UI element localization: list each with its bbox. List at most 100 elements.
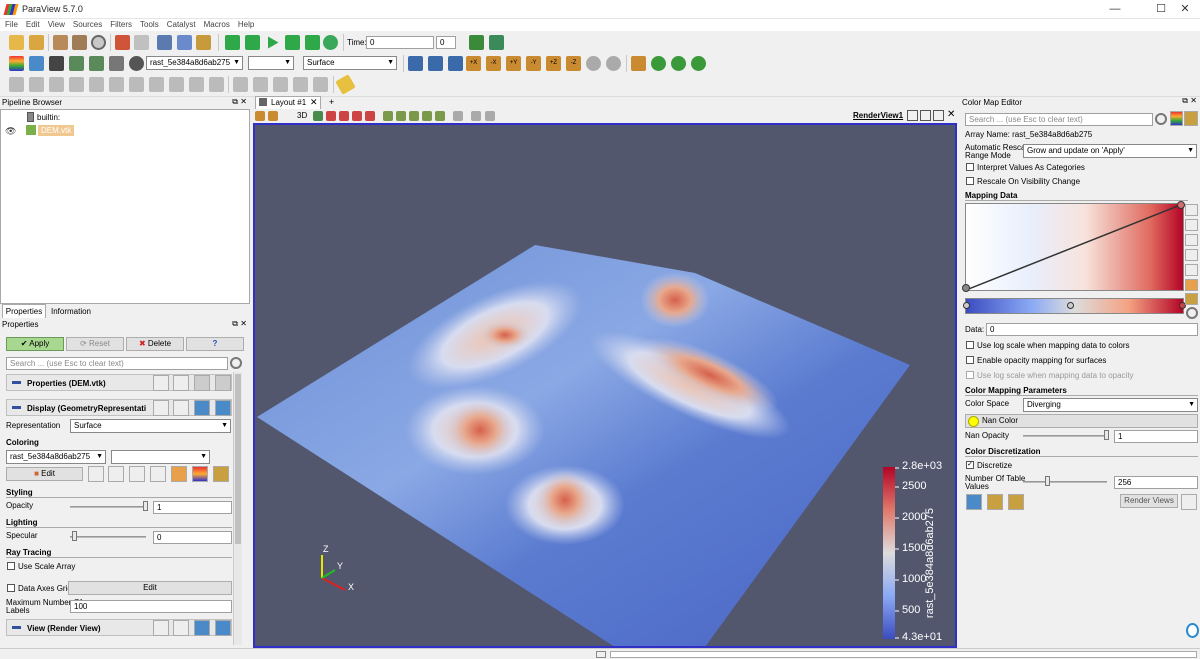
opacity-slider[interactable] <box>70 506 146 508</box>
time-step-spinbox[interactable]: 0 <box>436 36 456 49</box>
cme-invert-icon[interactable] <box>1185 264 1198 276</box>
slice-icon[interactable] <box>69 77 84 92</box>
coloring-component-select[interactable]: ▼ <box>111 450 210 464</box>
nan-opacity-input[interactable]: 1 <box>1114 430 1198 443</box>
load-state-icon[interactable] <box>53 35 68 50</box>
cme-save-icon[interactable] <box>987 494 1003 510</box>
rv-shrink-icon[interactable] <box>435 111 445 121</box>
paste-icon[interactable] <box>173 375 189 391</box>
open-recent-icon[interactable] <box>29 35 44 50</box>
color-transfer-editor[interactable] <box>963 298 1186 314</box>
edit-colormap-button[interactable]: ■ Edit <box>6 467 83 481</box>
color-point-mid[interactable] <box>1067 302 1074 309</box>
clip-icon[interactable] <box>49 77 64 92</box>
data-axes-grid-checkbox[interactable] <box>7 584 15 592</box>
zoom-data-icon[interactable] <box>469 35 484 50</box>
active-array-select[interactable]: rast_5e384a8d6ab275 ▼ <box>146 56 243 70</box>
connect-icon[interactable] <box>91 35 106 50</box>
table-values-slider-handle[interactable] <box>1045 476 1050 486</box>
zoom-closest-icon[interactable] <box>489 35 504 50</box>
view-copy-icon[interactable] <box>153 620 169 636</box>
edit-color-map-icon[interactable] <box>29 56 44 71</box>
specular-slider[interactable] <box>70 536 146 538</box>
open-file-icon[interactable] <box>9 35 24 50</box>
time-input[interactable]: 0 <box>366 36 434 49</box>
calculator-icon[interactable] <box>9 77 24 92</box>
menu-file[interactable]: File <box>0 19 22 31</box>
rv-sel-block-icon[interactable] <box>383 111 393 121</box>
reset-camera-closest-icon[interactable] <box>428 56 443 71</box>
menu-edit[interactable]: Edit <box>22 19 44 31</box>
reset-center-icon[interactable] <box>671 56 686 71</box>
color-point-min[interactable] <box>963 302 970 309</box>
pick-center-icon[interactable] <box>651 56 666 71</box>
coloring-array-select[interactable]: rast_5e384a8d6ab275 ▼ <box>6 450 106 464</box>
advanced-gear-icon[interactable] <box>230 357 242 369</box>
contour-icon[interactable] <box>29 77 44 92</box>
split-vertical-icon[interactable] <box>920 110 931 121</box>
split-horizontal-icon[interactable] <box>907 110 918 121</box>
specular-slider-handle[interactable] <box>72 531 77 541</box>
max-labels-input[interactable]: 100 <box>70 600 232 613</box>
menu-view[interactable]: View <box>44 19 69 31</box>
properties-scroll-thumb[interactable] <box>235 374 241 544</box>
log-scale-checkbox[interactable] <box>966 341 974 349</box>
tab-information[interactable]: Information <box>48 305 94 318</box>
play-icon[interactable] <box>268 36 279 49</box>
auto-update-icon[interactable] <box>1181 494 1197 510</box>
select-block-icon[interactable] <box>273 77 288 92</box>
view-minus-z-icon[interactable]: -Z <box>566 56 581 71</box>
extract-level-icon[interactable] <box>209 77 224 92</box>
nan-opacity-slider[interactable] <box>1023 435 1107 437</box>
extract-subset-icon[interactable] <box>109 77 124 92</box>
pipeline-item-builtin[interactable]: builtin: <box>37 113 60 122</box>
specular-input[interactable]: 0 <box>153 531 232 544</box>
camera-redo-icon[interactable] <box>177 35 192 50</box>
view-minus-x-icon[interactable]: -X <box>486 56 501 71</box>
data-axes-edit-button[interactable]: Edit <box>68 581 232 595</box>
rv-3d-toggle[interactable]: 3D <box>297 111 307 120</box>
cme-edit-legend-icon[interactable] <box>1184 111 1198 126</box>
delete-button[interactable]: ✖ Delete <box>126 337 184 351</box>
menu-catalyst[interactable]: Catalyst <box>163 19 200 31</box>
show-legend-icon[interactable] <box>192 466 208 482</box>
cme-gear-icon[interactable] <box>1155 113 1167 125</box>
cme-legend-icon[interactable] <box>1170 111 1183 126</box>
rv-sel-polygon-icon[interactable] <box>365 111 375 121</box>
stream-tracer-icon[interactable] <box>149 77 164 92</box>
opacity-input[interactable]: 1 <box>153 501 232 514</box>
rescale-custom-icon[interactable] <box>69 56 84 71</box>
undo-icon[interactable] <box>115 35 130 50</box>
nan-color-button[interactable]: Nan Color <box>965 414 1198 428</box>
rescale-visible-icon[interactable] <box>109 56 124 71</box>
visibility-eye-icon[interactable]: 👁 <box>5 126 16 137</box>
view-paste-icon[interactable] <box>173 620 189 636</box>
rv-query-icon[interactable] <box>471 111 481 121</box>
reset-button[interactable]: ⟳ Reset <box>66 337 124 351</box>
glyph-icon[interactable] <box>129 77 144 92</box>
view-reload-icon[interactable] <box>194 620 210 636</box>
color-space-select[interactable]: Diverging ▼ <box>1023 398 1198 412</box>
cme-rescale-icon[interactable] <box>1185 204 1198 216</box>
camera-undo-icon[interactable] <box>157 35 172 50</box>
help-button[interactable]: ? <box>186 337 244 351</box>
color-palette-icon[interactable] <box>171 466 187 482</box>
close-panel-icon[interactable]: ✕ <box>240 97 247 106</box>
close-layout-icon[interactable]: ✕ <box>310 97 318 108</box>
opacity-point-min[interactable] <box>962 284 970 292</box>
rescale-temporal-range-icon[interactable] <box>150 466 166 482</box>
ruler-icon[interactable] <box>335 74 356 95</box>
save-defaults-icon[interactable] <box>215 375 231 391</box>
add-layout-button[interactable]: + <box>329 97 334 107</box>
threshold-icon[interactable] <box>89 77 104 92</box>
component-select[interactable]: ▼ <box>248 56 294 70</box>
tab-properties[interactable]: Properties <box>2 304 46 318</box>
last-frame-icon[interactable] <box>305 35 320 50</box>
representation-select[interactable]: Surface ▼ <box>303 56 397 70</box>
display-copy-icon[interactable] <box>153 400 169 416</box>
interactive-select-icon[interactable] <box>293 77 308 92</box>
copy-icon[interactable] <box>153 375 169 391</box>
cme-reset-icon[interactable] <box>966 494 982 510</box>
reload-icon[interactable] <box>194 375 210 391</box>
view-save-icon[interactable] <box>215 620 231 636</box>
